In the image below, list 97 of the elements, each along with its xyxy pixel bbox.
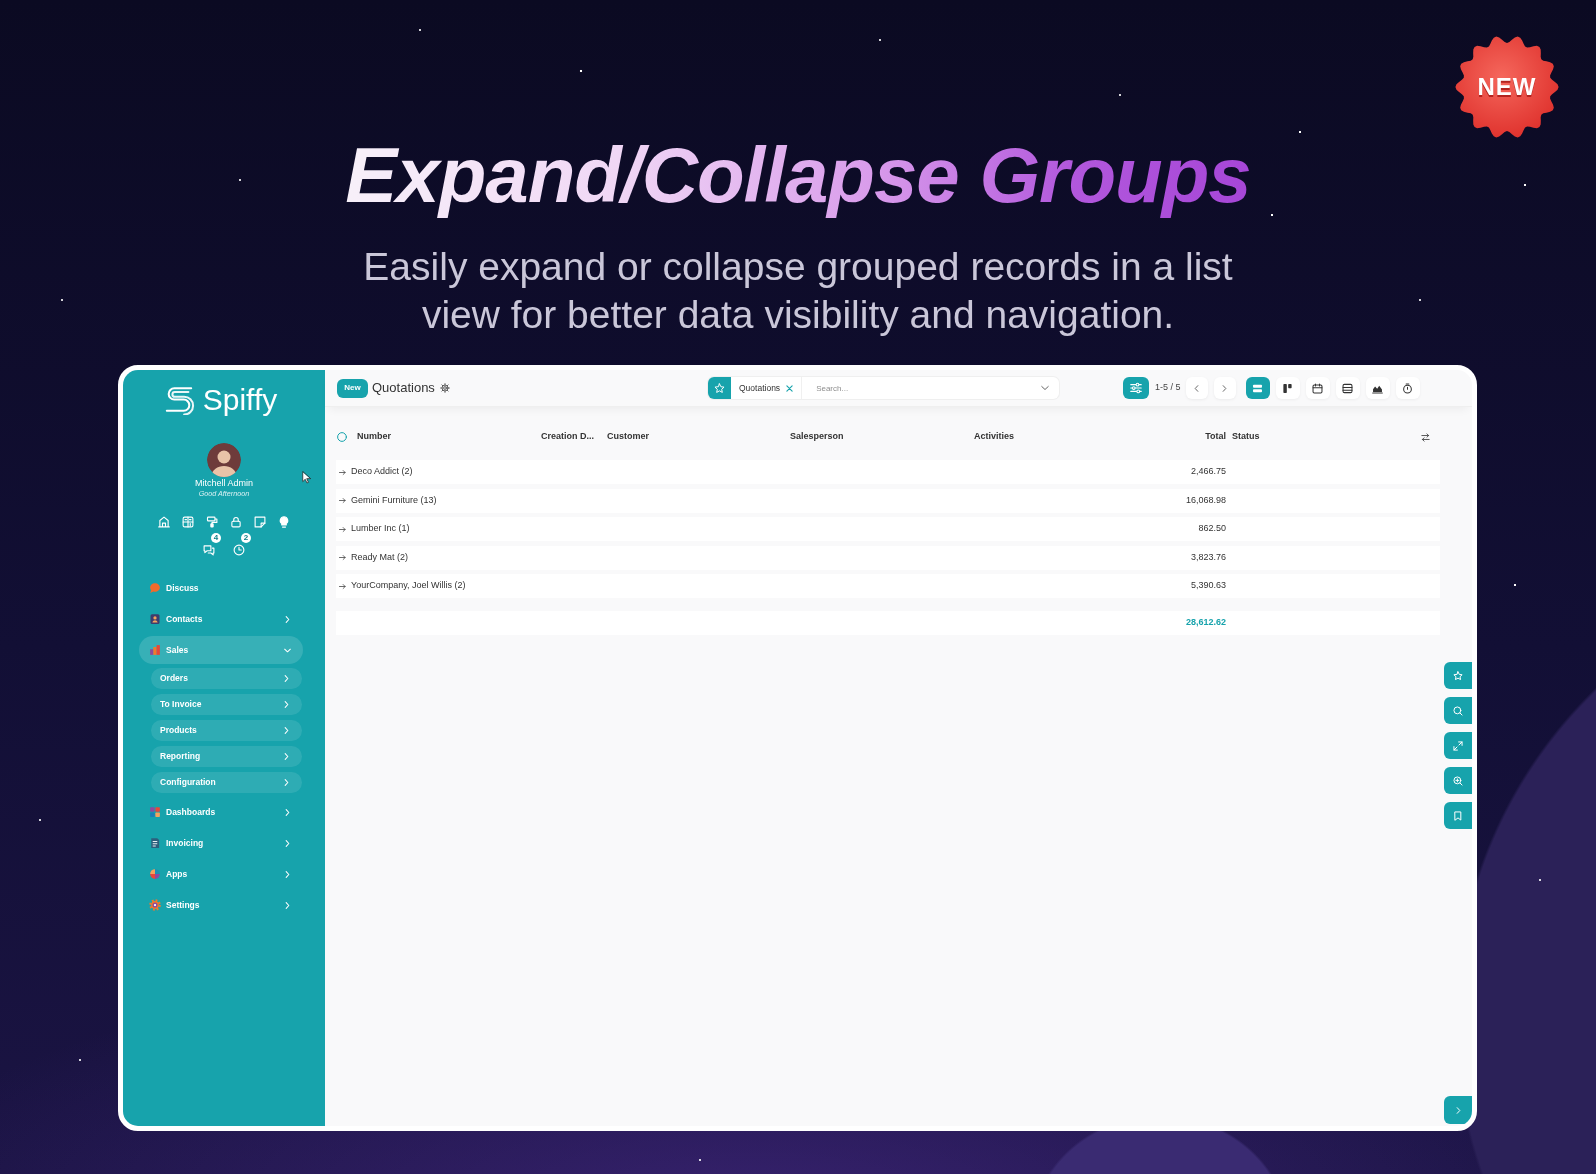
column-header[interactable]: Customer (607, 431, 649, 442)
kanban-icon (1282, 382, 1293, 394)
chevron-right-icon (284, 901, 291, 909)
swap-arrows-icon[interactable] (1421, 432, 1430, 442)
search-button[interactable] (1444, 697, 1472, 724)
column-header[interactable]: Number (357, 431, 391, 442)
view-button[interactable] (1305, 377, 1330, 399)
bar-chart-icon (149, 644, 161, 656)
column-header[interactable]: Salesperson (790, 431, 844, 442)
grid-icon[interactable] (182, 516, 194, 528)
pager-value: 1-5 / 5 (1155, 381, 1181, 395)
chevron-right-icon (283, 753, 290, 760)
group-total: 5,390.63 (1190, 580, 1226, 591)
column-header[interactable]: Activities (974, 431, 1015, 442)
logo-text: Spiffy (202, 382, 278, 417)
breadcrumb-title: Quotations (372, 379, 435, 398)
caret-down-icon[interactable] (1041, 384, 1049, 392)
chevron-right-icon (283, 675, 290, 682)
group-total: 2,466.75 (1190, 466, 1226, 477)
pie-icon (149, 868, 161, 880)
chevron-right-icon (284, 839, 291, 847)
clock-icon (1402, 382, 1413, 394)
chevron-right-icon (284, 808, 291, 816)
column-header[interactable]: Status (1232, 431, 1260, 442)
lightbulb-icon[interactable] (278, 516, 290, 528)
filter-button[interactable] (1123, 377, 1149, 399)
chevron-right-icon (284, 615, 291, 623)
chevron-down-icon (284, 646, 291, 654)
group-total: 3,823.76 (1190, 551, 1226, 562)
group-name: Deco Addict (2) (351, 465, 413, 479)
favorite-button[interactable] (1444, 662, 1472, 689)
column-header[interactable]: Creation D... (541, 431, 594, 442)
group-row[interactable]: YourCompany, Joel Willis (2) 5,390.63 (336, 574, 1440, 598)
list-view-icon (1252, 382, 1263, 394)
document-icon (149, 837, 161, 849)
notification-count: 2 (241, 533, 251, 543)
gear-icon (149, 899, 161, 911)
new-badge: NEW (1455, 35, 1559, 139)
zoom-in-icon (1453, 775, 1463, 786)
view-button[interactable] (1335, 377, 1360, 399)
note-icon[interactable] (254, 516, 266, 528)
bookmark-button[interactable] (1444, 802, 1472, 829)
chevron-right-icon (283, 779, 290, 786)
view-button[interactable] (1365, 377, 1390, 399)
chevron-right-icon (1221, 384, 1228, 392)
select-all-checkbox[interactable] (337, 432, 347, 442)
group-total: 862.50 (1198, 523, 1226, 534)
collapse-button[interactable] (1444, 1096, 1472, 1124)
lock-icon[interactable] (230, 516, 242, 528)
expand-icon (1453, 740, 1463, 751)
user-name: Mitchell Admin (194, 478, 254, 489)
chevron-right-icon (283, 701, 290, 708)
star-icon (714, 382, 725, 394)
grand-total: 28,612.62 (1185, 616, 1226, 627)
group-name: Ready Mat (2) (351, 550, 409, 564)
tiles-icon (149, 806, 161, 818)
notification-count: 4 (211, 533, 221, 543)
favorites-button[interactable] (708, 377, 731, 399)
group-row[interactable]: Lumber Inc (1) 862.50 (336, 517, 1440, 541)
settings-icon[interactable] (439, 383, 450, 393)
contact-card-icon (149, 613, 161, 625)
search-field[interactable]: Quotations Search... (708, 377, 1059, 399)
table-icon (1342, 382, 1353, 394)
chevron-left-icon (1193, 384, 1200, 392)
sliders-icon (1130, 382, 1142, 394)
group-row[interactable]: Gemini Furniture (13) 16,068.98 (336, 488, 1440, 513)
view-button[interactable] (1275, 377, 1300, 399)
search-input[interactable]: Search... (802, 379, 1035, 397)
group-name: Lumber Inc (1) (351, 522, 410, 536)
next-button[interactable] (1213, 377, 1236, 399)
filter-facet[interactable]: Quotations (731, 377, 803, 399)
previous-button[interactable] (1185, 377, 1208, 399)
cursor-icon (302, 471, 311, 484)
paint-roller-icon[interactable] (206, 516, 218, 528)
calendar-icon (1312, 382, 1323, 394)
star-icon (1453, 670, 1463, 681)
view-button[interactable] (1395, 377, 1420, 399)
expand-button[interactable] (1444, 732, 1472, 759)
search-icon (1453, 705, 1463, 716)
chevron-right-icon (283, 727, 290, 734)
bookmark-icon (1453, 810, 1463, 821)
zoom-button[interactable] (1444, 767, 1472, 794)
chat-bubble-icon (149, 582, 161, 594)
house-icon[interactable] (158, 516, 170, 528)
group-row[interactable]: Ready Mat (2) 3,823.76 (336, 545, 1440, 570)
user-avatar[interactable] (207, 443, 241, 477)
group-name: Gemini Furniture (13) (351, 493, 437, 507)
chevron-right-icon (1454, 1106, 1462, 1114)
close-icon[interactable] (786, 384, 794, 392)
group-row[interactable]: Deco Addict (2) 2,466.75 (336, 460, 1440, 484)
group-total: 16,068.98 (1185, 494, 1226, 505)
chat-bubbles-icon[interactable] (203, 543, 215, 556)
subheadline: Easily expand or collapse grouped records in a list view for better data visibility and navigation. (362, 244, 1234, 338)
clock-icon[interactable] (233, 543, 245, 556)
chevron-right-icon (284, 870, 291, 878)
column-header[interactable]: Total (1205, 431, 1226, 442)
group-name: YourCompany, Joel Willis (2) (351, 579, 466, 593)
